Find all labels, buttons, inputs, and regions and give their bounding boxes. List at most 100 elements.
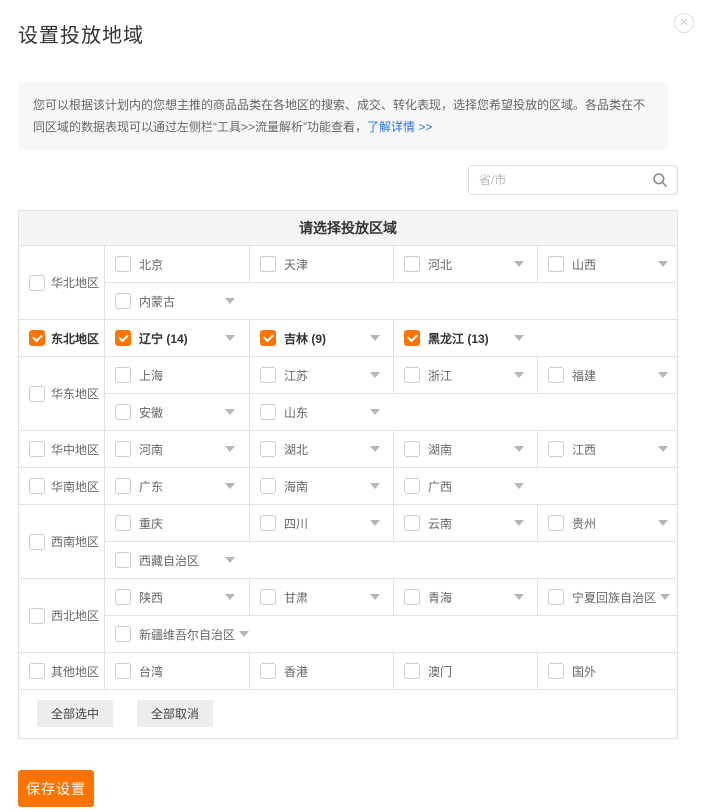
province-cell[interactable]: 内蒙古 [105,283,677,319]
province-cell[interactable]: 西藏自治区 [105,542,677,578]
province-cell[interactable]: 宁夏回族自治区 [537,579,677,615]
checkbox-icon[interactable] [548,367,564,383]
checkbox-icon[interactable] [115,441,131,457]
dropdown-arrow-icon[interactable] [225,557,235,563]
checkbox-icon[interactable] [260,589,276,605]
dropdown-arrow-icon[interactable] [370,520,380,526]
dropdown-arrow-icon[interactable] [370,335,380,341]
province-cell[interactable]: 江苏 [249,357,393,393]
cancel-all-button[interactable]: 全部取消 [137,700,213,727]
dropdown-arrow-icon[interactable] [514,520,524,526]
dropdown-arrow-icon[interactable] [225,409,235,415]
province-cell[interactable]: 重庆 [105,505,249,541]
dropdown-arrow-icon[interactable] [514,372,524,378]
dropdown-arrow-icon[interactable] [658,520,668,526]
checkbox-icon[interactable] [404,330,420,346]
checkbox-icon[interactable] [115,552,131,568]
region-group-cell[interactable]: 华南地区 [19,468,105,504]
region-group-cell[interactable]: 华东地区 [19,357,105,430]
dropdown-arrow-icon[interactable] [514,446,524,452]
province-cell[interactable]: 甘肃 [249,579,393,615]
checkbox-icon[interactable] [29,534,45,550]
province-cell[interactable]: 浙江 [393,357,537,393]
province-cell[interactable]: 香港 [249,653,393,689]
checkbox-icon[interactable] [29,478,45,494]
dropdown-arrow-icon[interactable] [370,594,380,600]
province-cell[interactable]: 青海 [393,579,537,615]
dropdown-arrow-icon[interactable] [370,446,380,452]
province-cell[interactable]: 河南 [105,431,249,467]
checkbox-icon[interactable] [29,663,45,679]
province-cell[interactable]: 新疆维吾尔自治区 [105,616,677,652]
checkbox-icon[interactable] [115,626,131,642]
province-cell[interactable]: 天津 [249,246,393,282]
checkbox-icon[interactable] [260,256,276,272]
dropdown-arrow-icon[interactable] [514,594,524,600]
checkbox-icon[interactable] [29,608,45,624]
checkbox-icon[interactable] [404,478,420,494]
dropdown-arrow-icon[interactable] [658,261,668,267]
checkbox-icon[interactable] [115,515,131,531]
checkbox-icon[interactable] [548,441,564,457]
province-cell[interactable]: 台湾 [105,653,249,689]
checkbox-icon[interactable] [115,330,131,346]
province-cell[interactable]: 湖北 [249,431,393,467]
search-input[interactable] [469,173,652,187]
dropdown-arrow-icon[interactable] [225,335,235,341]
checkbox-icon[interactable] [260,478,276,494]
province-cell[interactable]: 山东 [249,394,677,430]
dropdown-arrow-icon[interactable] [514,261,524,267]
dropdown-arrow-icon[interactable] [225,298,235,304]
dropdown-arrow-icon[interactable] [225,594,235,600]
region-group-cell[interactable]: 西南地区 [19,505,105,578]
checkbox-icon[interactable] [260,663,276,679]
checkbox-icon[interactable] [115,256,131,272]
dropdown-arrow-icon[interactable] [514,335,524,341]
checkbox-icon[interactable] [404,367,420,383]
dropdown-arrow-icon[interactable] [514,483,524,489]
region-group-cell[interactable]: 华北地区 [19,246,105,319]
checkbox-icon[interactable] [29,441,45,457]
province-cell[interactable]: 海南 [249,468,393,504]
province-cell[interactable]: 陕西 [105,579,249,615]
province-cell[interactable]: 吉林 (9) [249,320,393,356]
checkbox-icon[interactable] [115,404,131,420]
checkbox-icon[interactable] [260,367,276,383]
checkbox-icon[interactable] [548,589,564,605]
province-cell[interactable]: 国外 [537,653,677,689]
province-cell[interactable]: 江西 [537,431,677,467]
checkbox-icon[interactable] [548,663,564,679]
checkbox-icon[interactable] [115,293,131,309]
search-icon[interactable] [652,172,668,188]
region-group-cell[interactable]: 西北地区 [19,579,105,652]
dropdown-arrow-icon[interactable] [658,372,668,378]
checkbox-icon[interactable] [548,515,564,531]
checkbox-icon[interactable] [29,330,45,346]
province-cell[interactable]: 辽宁 (14) [105,320,249,356]
checkbox-icon[interactable] [260,441,276,457]
province-cell[interactable]: 山西 [537,246,677,282]
dropdown-arrow-icon[interactable] [239,631,249,637]
province-cell[interactable]: 广东 [105,468,249,504]
checkbox-icon[interactable] [404,663,420,679]
close-icon[interactable]: ✕ [674,13,694,33]
checkbox-icon[interactable] [115,663,131,679]
select-all-button[interactable]: 全部选中 [37,700,113,727]
checkbox-icon[interactable] [548,256,564,272]
checkbox-icon[interactable] [260,404,276,420]
checkbox-icon[interactable] [29,386,45,402]
dropdown-arrow-icon[interactable] [225,446,235,452]
region-group-cell[interactable]: 华中地区 [19,431,105,467]
dropdown-arrow-icon[interactable] [660,594,670,600]
province-cell[interactable]: 澳门 [393,653,537,689]
learn-more-link[interactable]: 了解详情 >> [367,120,432,134]
province-cell[interactable]: 黑龙江 (13) [393,320,677,356]
province-cell[interactable]: 广西 [393,468,677,504]
checkbox-icon[interactable] [260,515,276,531]
province-cell[interactable]: 北京 [105,246,249,282]
province-cell[interactable]: 福建 [537,357,677,393]
province-cell[interactable]: 安徽 [105,394,249,430]
dropdown-arrow-icon[interactable] [225,483,235,489]
province-cell[interactable]: 河北 [393,246,537,282]
region-group-cell[interactable]: 东北地区 [19,320,105,356]
